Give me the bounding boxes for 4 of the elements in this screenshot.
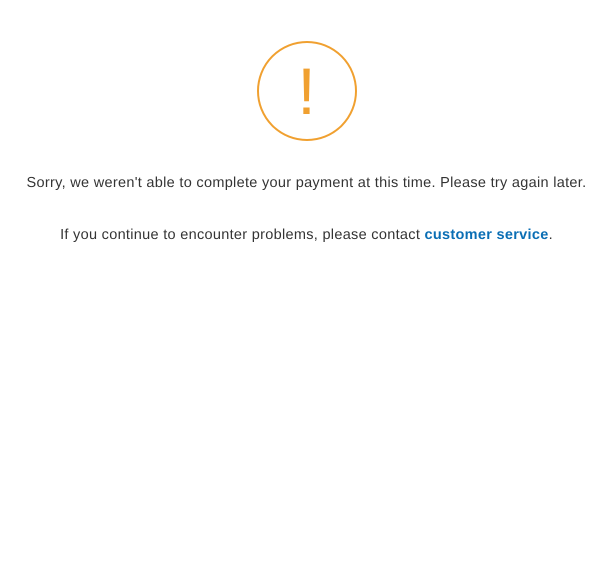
customer-service-link[interactable]: customer service xyxy=(424,227,549,243)
warning-icon: ! xyxy=(256,41,356,141)
contact-message: If you continue to encounter problems, please contact customer service. xyxy=(59,226,554,245)
error-message: Sorry, we weren't able to complete your payment at this time. Please try again later. xyxy=(26,174,588,193)
